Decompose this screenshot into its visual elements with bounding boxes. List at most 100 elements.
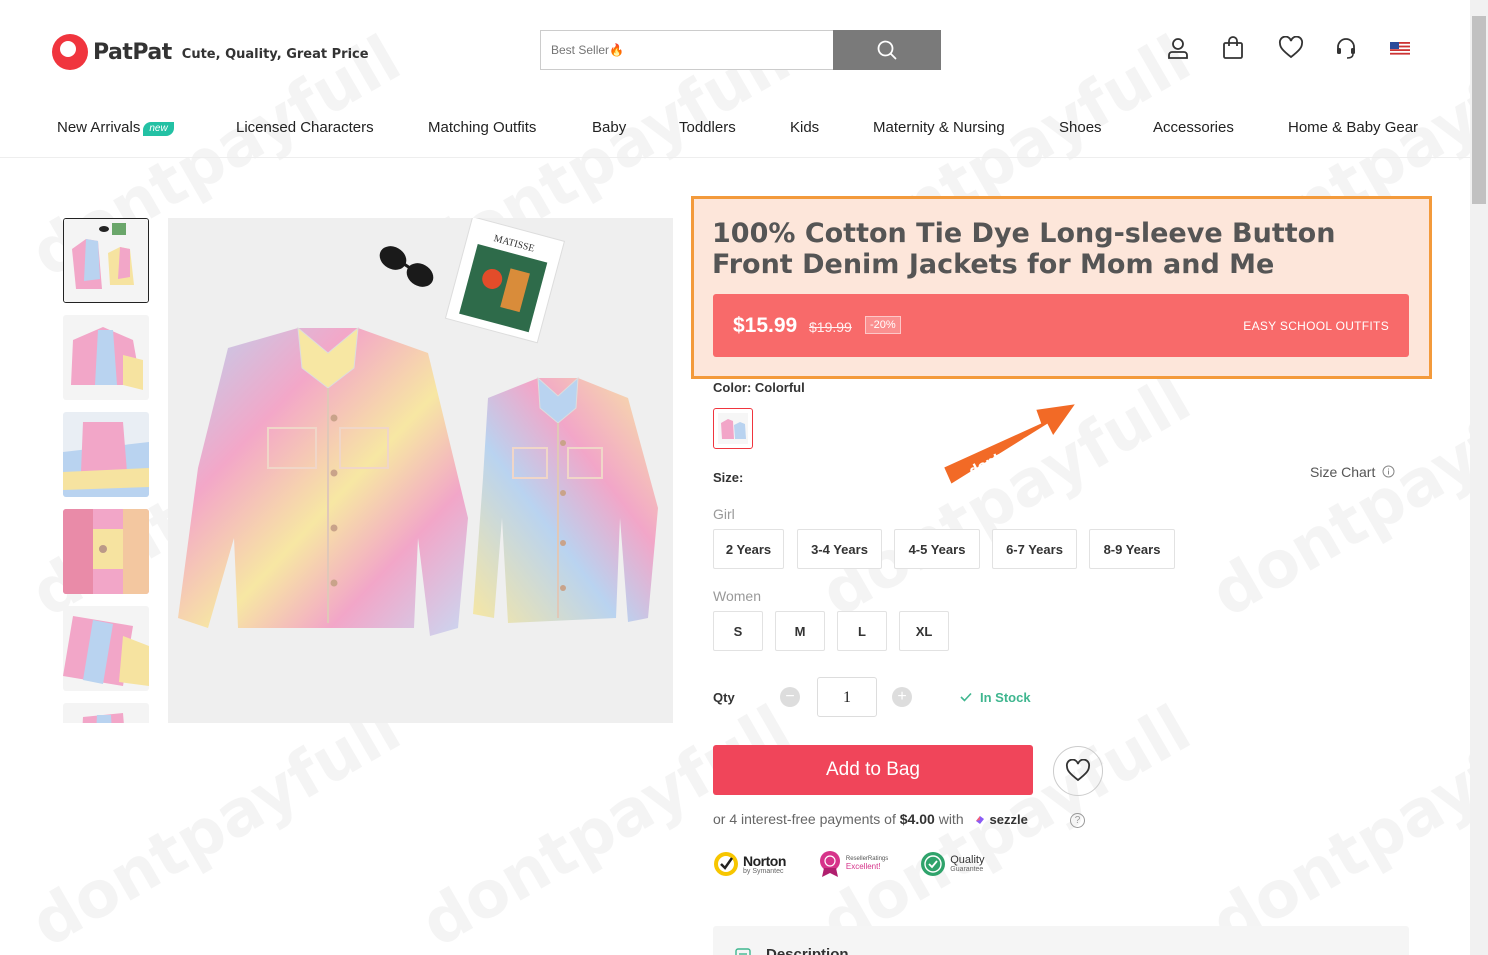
thumbnail[interactable] <box>63 509 149 594</box>
description-label: Description <box>766 946 849 955</box>
qty-increase-button[interactable]: + <box>892 687 912 707</box>
size-label: Size: <box>713 470 744 485</box>
installment-prefix: or 4 interest-free payments of <box>713 811 896 827</box>
girl-sizes-label: Girl <box>713 506 735 522</box>
sezzle-label: sezzle <box>989 812 1028 827</box>
size-option[interactable]: 3-4 Years <box>797 529 882 569</box>
norton-label: Norton <box>743 852 786 869</box>
shopping-bag-icon <box>1223 36 1243 59</box>
norton-badge: Norton by Symantec <box>713 851 786 877</box>
page-scrollbar[interactable] <box>1470 0 1488 955</box>
headset-icon <box>1337 38 1355 59</box>
watermark: dontpayfull <box>1199 692 1470 955</box>
nav-baby[interactable]: Baby <box>592 119 626 136</box>
size-option[interactable]: 8-9 Years <box>1089 529 1175 569</box>
description-section[interactable]: Description <box>713 926 1409 955</box>
product-main-image[interactable]: MATISSE <box>168 218 673 723</box>
size-option[interactable]: XL <box>899 611 949 651</box>
search-bar <box>540 30 941 70</box>
scrollbar-thumb[interactable] <box>1472 16 1486 204</box>
nav-licensed-characters[interactable]: Licensed Characters <box>236 119 374 136</box>
size-option[interactable]: L <box>837 611 887 651</box>
thumbnail-list <box>63 218 149 723</box>
qty-decrease-button[interactable]: − <box>780 687 800 707</box>
info-icon <box>1382 465 1395 478</box>
header-actions <box>1166 34 1446 62</box>
qty-input[interactable]: 1 <box>817 677 877 717</box>
watermark: dontpayfull <box>19 692 413 955</box>
nav-home-baby-gear[interactable]: Home & Baby Gear <box>1288 119 1418 136</box>
account-button[interactable] <box>1166 34 1222 62</box>
size-option[interactable]: M <box>775 611 825 651</box>
installment-info: or 4 interest-free payments of $4.00 wit… <box>713 811 1028 827</box>
color-swatch-colorful[interactable] <box>713 408 753 449</box>
stock-label: In Stock <box>980 690 1031 705</box>
thumbnail[interactable] <box>63 315 149 400</box>
nav-new-arrivals[interactable]: New Arrivals new <box>57 119 174 136</box>
price-bar: $15.99 $19.99 -20% EASY SCHOOL OUTFITS <box>713 294 1409 357</box>
promo-label[interactable]: EASY SCHOOL OUTFITS <box>1243 319 1389 333</box>
nav-toddlers[interactable]: Toddlers <box>679 119 736 136</box>
thumbnail[interactable] <box>63 606 149 691</box>
thumbnail[interactable] <box>63 703 149 723</box>
installment-with: with <box>938 811 964 827</box>
size-option[interactable]: 2 Years <box>713 529 784 569</box>
arrow-watermark: dontpayfull <box>941 401 1080 487</box>
quality-seal-icon <box>921 852 946 876</box>
nav-kids[interactable]: Kids <box>790 119 819 136</box>
quality-sublabel: Guarantee <box>950 866 984 873</box>
nav-maternity-nursing[interactable]: Maternity & Nursing <box>873 119 1005 136</box>
adult-jacket-illustration <box>178 326 468 636</box>
support-button[interactable] <box>1334 34 1390 62</box>
search-button[interactable] <box>833 30 941 70</box>
nav-shoes[interactable]: Shoes <box>1059 119 1102 136</box>
kid-jacket-illustration <box>473 376 658 623</box>
discount-badge: -20% <box>865 316 901 334</box>
sezzle-logo-icon <box>975 816 984 824</box>
size-option[interactable]: 4-5 Years <box>894 529 980 569</box>
ribbon-icon <box>819 851 840 877</box>
description-icon <box>735 948 751 955</box>
size-option[interactable]: 6-7 Years <box>992 529 1077 569</box>
quality-guarantee-badge: Quality Guarantee <box>920 851 985 877</box>
user-icon <box>1168 38 1188 59</box>
nav-matching-outfits[interactable]: Matching Outfits <box>428 119 536 136</box>
original-price: $19.99 <box>809 319 852 335</box>
thumbnail[interactable] <box>63 218 149 303</box>
bag-button[interactable] <box>1222 34 1278 62</box>
check-icon <box>960 692 972 702</box>
wishlist-button[interactable] <box>1278 34 1334 62</box>
product-page: dontpayfull dontpayfull dontpayfull dont… <box>0 0 1470 955</box>
resellerratings-sublabel: Excellent! <box>845 861 881 871</box>
watermark: dontpayfull <box>1199 362 1470 632</box>
brand-name: PatPat <box>93 39 172 65</box>
logo-icon <box>52 34 88 70</box>
brand-logo[interactable]: PatPat Cute, Quality, Great Price <box>52 34 369 70</box>
heart-icon <box>1279 36 1303 59</box>
size-chart-link[interactable]: Size Chart <box>1310 464 1395 480</box>
trust-badges: Norton by Symantec ResellerRatings Excel… <box>713 850 985 878</box>
thumbnail[interactable] <box>63 412 149 497</box>
new-badge: new <box>143 122 174 136</box>
add-to-bag-button[interactable]: Add to Bag <box>713 745 1033 795</box>
size-option[interactable]: S <box>713 611 763 651</box>
color-label: Color: Colorful <box>713 380 805 395</box>
product-title: 100% Cotton Tie Dye Long-sleeve Button F… <box>712 218 1336 280</box>
norton-sublabel: by Symantec <box>743 867 784 875</box>
installment-amount: $4.00 <box>899 811 935 827</box>
help-icon[interactable]: ? <box>1070 813 1085 828</box>
region-button[interactable] <box>1390 34 1446 62</box>
nav-accessories[interactable]: Accessories <box>1153 119 1234 136</box>
qty-label: Qty <box>713 690 735 705</box>
add-to-wishlist-button[interactable] <box>1053 746 1103 796</box>
book-illustration: MATISSE <box>444 218 566 344</box>
quality-label: Quality <box>950 854 985 866</box>
size-chart-label: Size Chart <box>1310 464 1376 480</box>
nav-item-label: New Arrivals <box>57 119 141 136</box>
search-input[interactable] <box>540 30 833 70</box>
us-flag-icon <box>1390 41 1410 55</box>
search-icon <box>877 40 897 60</box>
main-nav: New Arrivals new Licensed Characters Matc… <box>0 110 1470 158</box>
brand-tagline: Cute, Quality, Great Price <box>181 46 369 62</box>
resellerratings-badge: ResellerRatings Excellent! <box>818 850 888 878</box>
